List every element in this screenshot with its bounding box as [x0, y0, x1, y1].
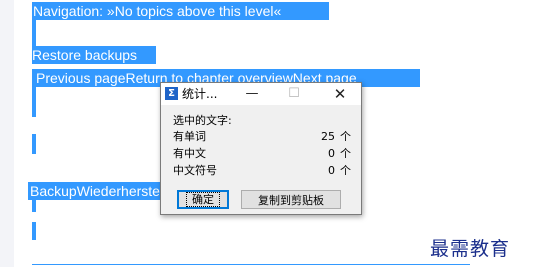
stat-row-chinese: 有中文 0个: [173, 146, 351, 161]
navigation-line: Navigation: »No topics above this level«: [32, 2, 329, 20]
selection-gap: [32, 20, 36, 46]
dialog-titlebar[interactable]: Σ 统计... — ☐ ✕: [161, 83, 361, 105]
minimize-icon[interactable]: —: [237, 83, 267, 105]
dialog-title: 统计...: [182, 87, 218, 101]
watermark-logo: 最需教育: [430, 238, 511, 260]
selection-gap: [32, 134, 36, 154]
heading-backup: BackupWiederherstellung: [28, 182, 190, 200]
ok-button[interactable]: 确定: [177, 190, 229, 209]
selection-gap: [32, 200, 36, 212]
stat-number: 0: [328, 164, 335, 177]
stat-number: 25: [321, 130, 335, 143]
stat-label: 有单词: [173, 130, 206, 143]
maximize-icon: ☐: [288, 86, 300, 101]
selection-gap: [32, 87, 36, 117]
stat-unit: 个: [340, 130, 351, 143]
stat-label: 中文符号: [173, 164, 217, 177]
stat-value: 0个: [328, 146, 351, 161]
stat-unit: 个: [340, 147, 351, 160]
selection-gap: [32, 222, 36, 240]
ok-button-label: 确定: [186, 192, 220, 207]
statistics-dialog: Σ 统计... — ☐ ✕ 选中的文字: 有单词 25 个 有中文 0个 中文符号…: [160, 82, 362, 215]
stat-row-chinese-punctuation: 中文符号 0个: [173, 163, 351, 178]
heading-restore-backups: Restore backups: [32, 46, 156, 64]
sigma-icon: Σ: [165, 87, 178, 100]
bottom-divider: [32, 264, 470, 265]
stat-value: 25 个: [321, 129, 351, 144]
page-margin-strip: [0, 0, 14, 267]
stat-row-words: 有单词 25 个: [173, 129, 351, 144]
selected-text-header: 选中的文字:: [173, 114, 232, 127]
copy-to-clipboard-button[interactable]: 复制到剪贴板: [241, 190, 341, 209]
stat-unit: 个: [340, 164, 351, 177]
stat-label: 有中文: [173, 147, 206, 160]
close-icon[interactable]: ✕: [325, 83, 355, 105]
stat-number: 0: [328, 147, 335, 160]
stat-value: 0个: [328, 163, 351, 178]
